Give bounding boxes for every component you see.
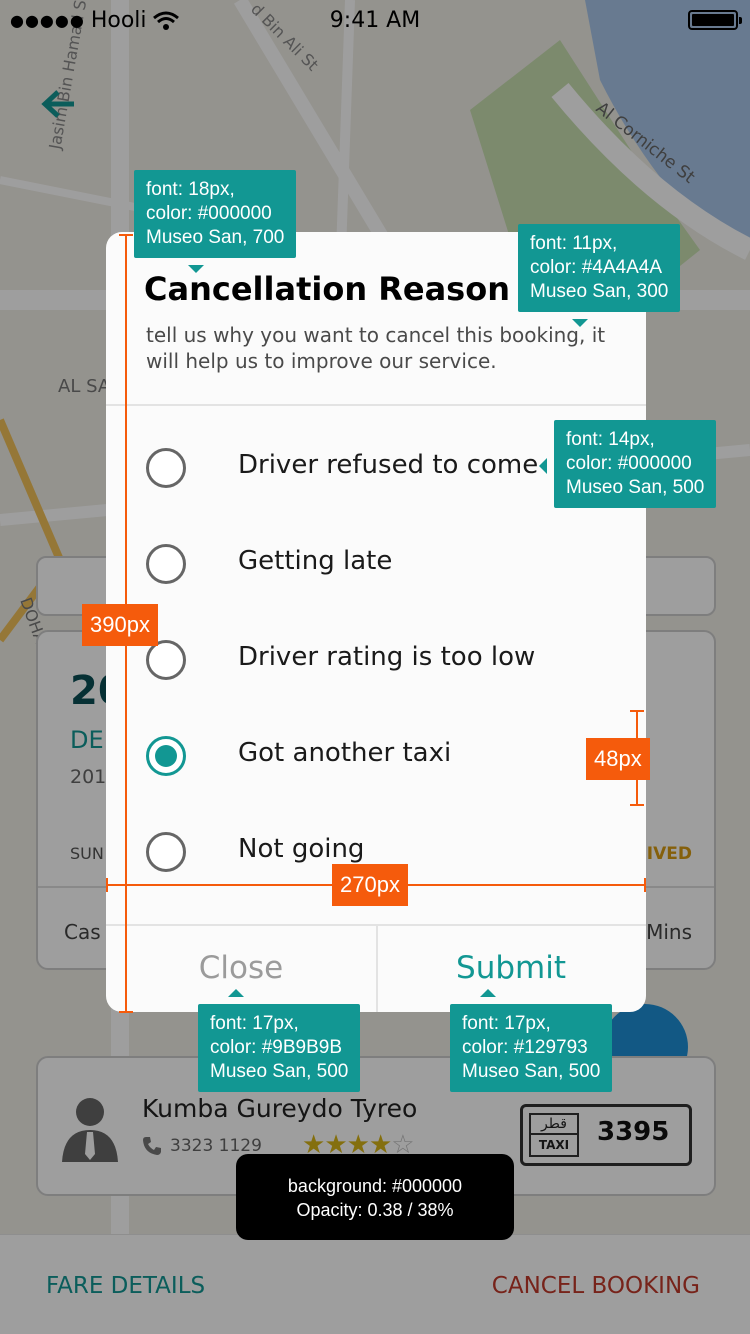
reason-option-another-taxi[interactable]: Got another taxi bbox=[106, 708, 646, 804]
radio-button-selected[interactable] bbox=[146, 736, 186, 776]
reason-label: Got another taxi bbox=[238, 738, 452, 768]
width-measure-label: 270px bbox=[332, 864, 408, 906]
radio-button[interactable] bbox=[146, 832, 186, 872]
overlay-spec-line: background: #000000 bbox=[287, 1176, 463, 1196]
reason-label: Driver refused to come bbox=[238, 450, 539, 480]
radio-button[interactable] bbox=[146, 448, 186, 488]
reason-option-low-rating[interactable]: Driver rating is too low bbox=[106, 612, 646, 708]
radio-button[interactable] bbox=[146, 640, 186, 680]
reason-label: Driver rating is too low bbox=[238, 642, 536, 672]
overlay-spec-line: Opacity: 0.38 / 38% bbox=[296, 1200, 454, 1220]
close-spec-note: font: 17px, color: #9B9B9B Museo San, 50… bbox=[198, 989, 361, 1092]
reason-label: Getting late bbox=[238, 546, 393, 576]
height-measure-cap bbox=[119, 1011, 133, 1013]
row-measure-label: 48px bbox=[586, 738, 650, 780]
dialog-subtitle: tell us why you want to cancel this book… bbox=[146, 323, 606, 373]
close-button[interactable]: Close bbox=[106, 926, 376, 1012]
title-spec-note: font: 18px, color: #000000 Museo San, 70… bbox=[134, 170, 297, 273]
reason-label: Not going bbox=[238, 834, 365, 864]
row-measure-cap bbox=[630, 710, 644, 712]
height-measure-label: 390px bbox=[82, 604, 158, 646]
radio-button[interactable] bbox=[146, 544, 186, 584]
submit-spec-note: font: 17px, color: #129793 Museo San, 50… bbox=[450, 989, 613, 1092]
submit-button[interactable]: Submit bbox=[376, 926, 646, 1012]
row-measure-cap bbox=[630, 804, 644, 806]
subtitle-spec-note: font: 11px, color: #4A4A4A Museo San, 30… bbox=[518, 224, 681, 327]
width-measure-cap bbox=[644, 878, 646, 892]
overlay-spec-note: background: #000000 Opacity: 0.38 / 38% bbox=[236, 1154, 514, 1240]
dialog-divider bbox=[106, 404, 646, 406]
option-spec-note: font: 14px, color: #000000 Museo San, 50… bbox=[538, 420, 717, 508]
width-measure-cap bbox=[106, 878, 108, 892]
height-measure-cap bbox=[119, 234, 133, 236]
reason-option-getting-late[interactable]: Getting late bbox=[106, 516, 646, 612]
dialog-title: Cancellation Reason bbox=[144, 270, 510, 308]
